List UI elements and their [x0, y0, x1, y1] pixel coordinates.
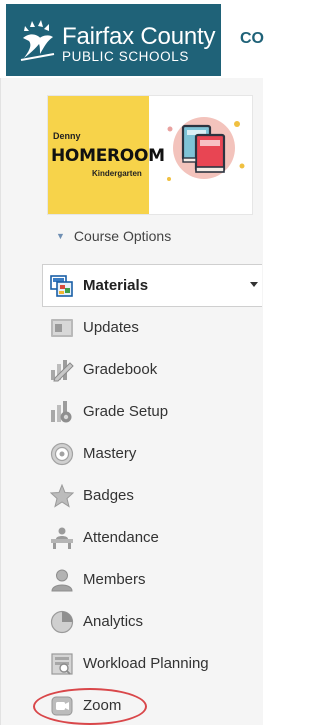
badges-icon — [50, 484, 74, 508]
sidebar-item-label: Grade Setup — [83, 403, 169, 420]
sidebar-item-label: Updates — [83, 319, 139, 336]
sidebar-item-analytics[interactable]: Analytics — [50, 606, 262, 640]
sidebar-item-updates[interactable]: Updates — [50, 312, 262, 346]
course-page: Fairfax County PUBLIC SCHOOLS CO Denny H… — [0, 0, 264, 725]
sidebar-item-label: Mastery — [83, 445, 137, 462]
workload-planning-icon — [51, 653, 73, 675]
caret-down-icon: ▼ — [56, 231, 65, 241]
logo-subtitle: PUBLIC SCHOOLS — [62, 49, 189, 64]
analytics-icon — [50, 610, 74, 634]
sidebar-item-label: Badges — [83, 487, 134, 504]
materials-icon — [50, 275, 73, 297]
sidebar-item-workload-planning[interactable]: Workload Planning — [50, 648, 262, 682]
mastery-icon — [50, 442, 74, 466]
sidebar-item-label: Gradebook — [83, 361, 158, 378]
grade-setup-icon — [51, 401, 72, 423]
sidebar-item-materials[interactable]: Materials — [50, 270, 262, 304]
sidebar-item-label: Members — [83, 571, 146, 588]
sidebar-item-grade-setup[interactable]: Grade Setup — [50, 396, 262, 430]
sidebar-item-label: Workload Planning — [83, 655, 209, 672]
school-logo-icon — [20, 20, 55, 61]
attendance-icon — [51, 527, 73, 549]
top-bar: Fairfax County PUBLIC SCHOOLS CO — [0, 0, 264, 78]
sidebar-item-mastery[interactable]: Mastery — [50, 438, 262, 472]
sidebar-item-attendance[interactable]: Attendance — [50, 522, 262, 556]
course-title-truncated: CO — [240, 30, 264, 47]
members-icon — [51, 569, 73, 592]
sidebar-item-label: Attendance — [83, 529, 159, 546]
fcps-logo[interactable]: Fairfax County PUBLIC SCHOOLS — [6, 4, 221, 76]
sidebar-item-label: Analytics — [83, 613, 144, 630]
course-profile-card[interactable]: Denny HOMEROOM Kindergarten — [48, 96, 252, 214]
course-banner: Denny HOMEROOM Kindergarten — [48, 96, 165, 214]
logo-title: Fairfax County — [62, 23, 216, 50]
sidebar-item-badges[interactable]: Badges — [50, 480, 262, 514]
sidebar-item-label: Materials — [83, 277, 149, 294]
updates-icon — [51, 319, 73, 337]
course-options-label: Course Options — [73, 228, 172, 244]
gradebook-icon — [51, 360, 74, 382]
sidebar-item-members[interactable]: Members — [50, 564, 262, 598]
course-title: HOMEROOM — [51, 146, 165, 166]
chevron-down-icon[interactable] — [250, 282, 258, 287]
course-subtitle: Kindergarten — [92, 169, 142, 178]
books-icon — [167, 117, 245, 181]
sidebar-item-gradebook[interactable]: Gradebook — [50, 354, 262, 388]
highlight-ring — [33, 688, 147, 725]
course-options-toggle[interactable]: ▼ Course Options — [56, 228, 171, 244]
course-teacher: Denny — [53, 131, 81, 141]
